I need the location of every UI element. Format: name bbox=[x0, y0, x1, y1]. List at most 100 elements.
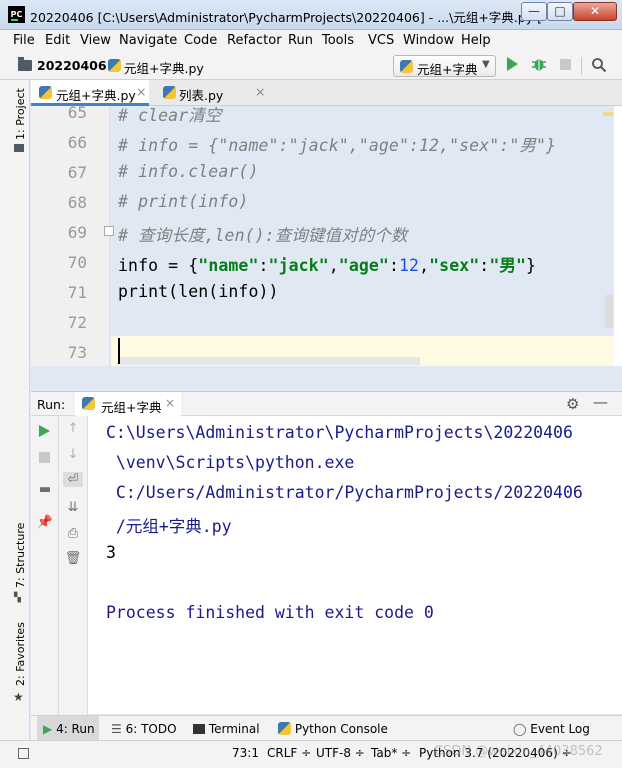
menu-run[interactable]: Run bbox=[288, 33, 313, 48]
code-editor[interactable]: # clear清空 # info = {"name":"jack","age":… bbox=[111, 106, 614, 366]
python-file-icon bbox=[163, 86, 176, 99]
tool-tab-run-label: 4: Run bbox=[56, 722, 95, 736]
print-icon[interactable]: ⎙ bbox=[64, 526, 82, 541]
tool-tab-event-log-label: Event Log bbox=[530, 722, 590, 736]
run-configuration-select[interactable]: 元组+字典 ▼ bbox=[393, 55, 496, 77]
layout-icon[interactable]: ▬ bbox=[36, 482, 54, 497]
close-window-button[interactable]: ✕ bbox=[573, 2, 617, 21]
line-number: 70 bbox=[67, 253, 87, 272]
tool-tab-event-log[interactable]: ◯ Event Log bbox=[513, 716, 590, 741]
menu-code[interactable]: Code bbox=[184, 33, 217, 48]
menu-refactor[interactable]: Refactor bbox=[227, 33, 282, 48]
pycharm-app-icon: PC bbox=[8, 6, 25, 23]
line-number: 69 bbox=[67, 223, 87, 242]
console-line: C:/Users/Administrator/PycharmProjects/2… bbox=[106, 483, 583, 502]
title-bar: PC 20220406 [C:\Users\Administrator\Pych… bbox=[0, 0, 622, 30]
warning-marker[interactable] bbox=[603, 112, 613, 116]
line-number-gutter: 65 66 67 68 69 70 71 72 73 bbox=[31, 106, 110, 366]
list-icon: ☰ bbox=[111, 722, 122, 736]
soft-wrap-icon[interactable]: ⏎ bbox=[63, 472, 83, 487]
trash-icon[interactable]: 🗑 bbox=[64, 551, 82, 566]
stop-icon[interactable] bbox=[39, 452, 50, 463]
breadcrumb-project[interactable]: 20220406 bbox=[37, 58, 107, 73]
structure-tool-tab[interactable]: 7: Structure bbox=[14, 523, 27, 588]
structure-icon: ▚ bbox=[14, 593, 21, 603]
code-line-69: # 查询长度,len():查询键值对的个数 bbox=[118, 226, 408, 245]
editor-scrollbar-track[interactable] bbox=[614, 106, 622, 366]
horizontal-scrollbar[interactable] bbox=[120, 357, 420, 365]
run-toolbar-secondary: ↑ ↓ ⏎ ⇊ ⎙ 🗑 bbox=[59, 416, 88, 740]
debug-bug-icon[interactable] bbox=[531, 56, 547, 72]
console-line: /元组+字典.py bbox=[106, 517, 232, 536]
event-log-icon: ◯ bbox=[513, 722, 527, 736]
minimize-button[interactable]: — bbox=[521, 2, 547, 21]
menu-navigate[interactable]: Navigate bbox=[119, 33, 177, 48]
menu-vcs[interactable]: VCS bbox=[368, 33, 394, 48]
search-icon[interactable] bbox=[591, 57, 607, 73]
star-icon: ★ bbox=[13, 690, 24, 704]
tool-window-bar: ▶ 4: Run ☰ 6: TODO Terminal Python Conso… bbox=[31, 715, 622, 741]
minimize-panel-icon[interactable]: — bbox=[593, 393, 608, 411]
run-configuration-label: 元组+字典 bbox=[417, 62, 478, 77]
console-output-value: 3 bbox=[106, 543, 116, 562]
editor-tab-bar: 元组+字典.py × 列表.py × bbox=[31, 80, 622, 106]
navigation-bar: 20220406 元组+字典.py 元组+字典 ▼ bbox=[0, 52, 622, 80]
menu-view[interactable]: View bbox=[80, 33, 111, 48]
line-number: 68 bbox=[67, 193, 87, 212]
watermark: CSDN @weixin_44038562 bbox=[434, 744, 603, 759]
tool-tab-terminal-label: Terminal bbox=[208, 722, 260, 736]
status-cursor-position[interactable]: 73:1 bbox=[232, 746, 259, 760]
menu-edit[interactable]: Edit bbox=[45, 33, 70, 48]
arrow-up-icon[interactable]: ↑ bbox=[64, 421, 82, 436]
arrow-down-icon[interactable]: ↓ bbox=[64, 447, 82, 462]
run-tab-close-icon[interactable]: × bbox=[165, 396, 175, 410]
tab-close-icon[interactable]: × bbox=[136, 84, 146, 99]
maximize-button[interactable]: □ bbox=[547, 2, 573, 21]
line-number: 66 bbox=[67, 133, 87, 152]
project-folder-icon bbox=[14, 144, 24, 152]
tool-tab-python-console-label: Python Console bbox=[294, 722, 388, 736]
tool-tab-todo[interactable]: ☰ 6: TODO bbox=[111, 716, 177, 741]
fold-marker-icon[interactable] bbox=[104, 226, 114, 236]
tab-yuanzu-zidian[interactable]: 元组+字典.py × bbox=[31, 80, 149, 106]
run-tab-label: 元组+字典 bbox=[101, 400, 162, 415]
scroll-to-end-icon[interactable]: ⇊ bbox=[64, 500, 82, 515]
rerun-icon[interactable] bbox=[39, 425, 50, 437]
line-number: 73 bbox=[67, 343, 87, 362]
menu-tools[interactable]: Tools bbox=[322, 33, 354, 48]
status-encoding[interactable]: UTF-8 ÷ bbox=[316, 746, 365, 760]
run-icon[interactable] bbox=[507, 57, 518, 71]
chevron-down-icon: ▼ bbox=[482, 59, 490, 70]
terminal-icon bbox=[193, 724, 205, 734]
tool-windows-toggle-icon[interactable] bbox=[18, 748, 29, 759]
breadcrumb-file[interactable]: 元组+字典.py bbox=[124, 58, 204, 77]
pin-icon[interactable]: 📌 bbox=[36, 515, 54, 530]
stop-icon[interactable] bbox=[560, 59, 571, 70]
code-line-67: # info.clear() bbox=[118, 162, 259, 181]
left-tool-stripe: 1: Project 7: Structure ▚ 2: Favorites ★ bbox=[0, 80, 30, 740]
tool-tab-run[interactable]: ▶ 4: Run bbox=[37, 716, 99, 741]
line-number: 65 bbox=[67, 106, 87, 122]
console-exit-message: Process finished with exit code 0 bbox=[106, 603, 434, 622]
project-tool-tab[interactable]: 1: Project bbox=[14, 88, 27, 140]
menu-file[interactable]: File bbox=[13, 33, 35, 48]
menu-help[interactable]: Help bbox=[461, 33, 491, 48]
python-icon bbox=[400, 60, 413, 73]
run-panel-label: Run: bbox=[37, 397, 66, 412]
code-line-70: info = {"name":"jack","age":12,"sex":"男"… bbox=[118, 256, 537, 275]
tab-label: 元组+字典.py bbox=[56, 88, 136, 103]
status-line-separator[interactable]: CRLF ÷ bbox=[267, 746, 311, 760]
tab-liebiao[interactable]: 列表.py × bbox=[159, 80, 275, 106]
editor-scrollbar-thumb[interactable] bbox=[605, 295, 613, 328]
code-line-65: # clear清空 bbox=[118, 106, 222, 125]
tool-tab-terminal[interactable]: Terminal bbox=[193, 716, 260, 741]
tool-tab-python-console[interactable]: Python Console bbox=[278, 716, 388, 741]
menu-window[interactable]: Window bbox=[403, 33, 454, 48]
run-console-output[interactable]: C:\Users\Administrator\PycharmProjects\2… bbox=[88, 416, 622, 714]
status-indent[interactable]: Tab* ÷ bbox=[371, 746, 411, 760]
gear-icon[interactable]: ⚙ bbox=[566, 395, 579, 413]
favorites-tool-tab[interactable]: 2: Favorites bbox=[14, 622, 27, 686]
tab-close-icon[interactable]: × bbox=[255, 84, 265, 99]
run-tab[interactable]: 元组+字典 × bbox=[75, 392, 181, 416]
python-file-icon bbox=[39, 86, 52, 99]
